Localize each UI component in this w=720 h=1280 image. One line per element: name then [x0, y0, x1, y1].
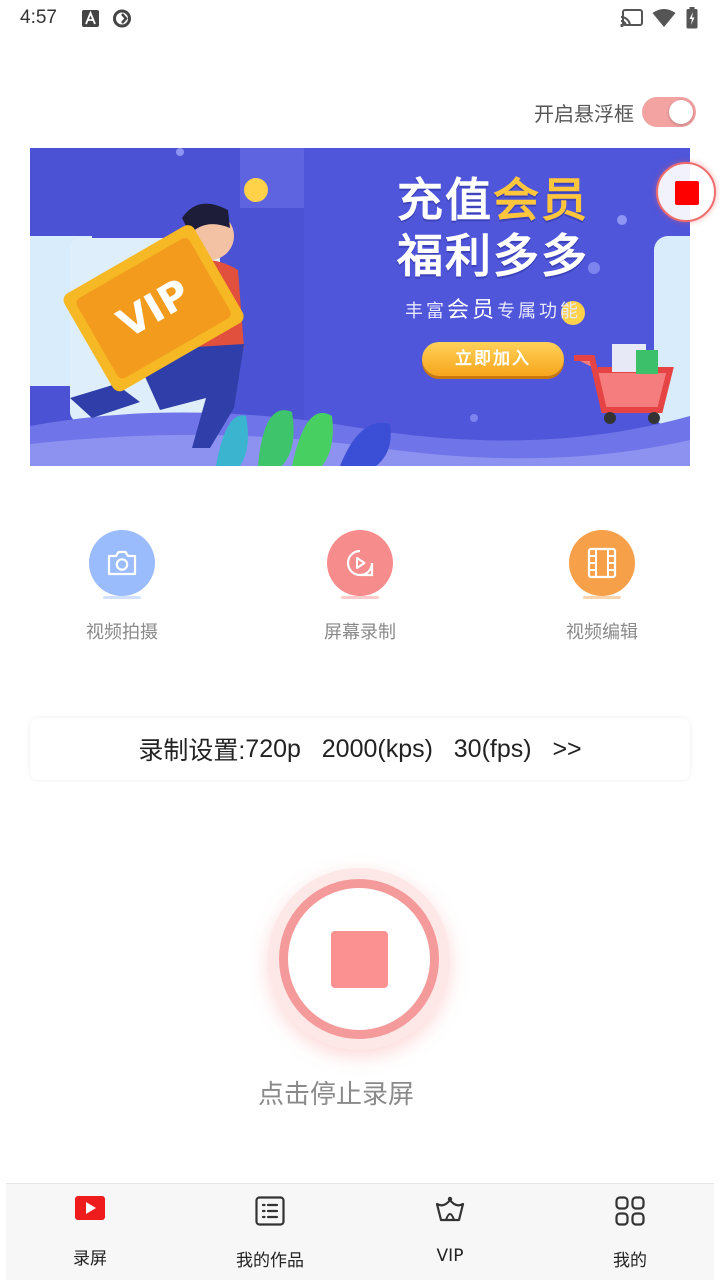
- banner-headline-part: 充值: [397, 173, 493, 227]
- feature-video-edit[interactable]: 视频编辑: [532, 530, 672, 644]
- stop-icon: [331, 931, 388, 988]
- banner-headline-highlight: 会员: [493, 173, 589, 227]
- crown-icon: [435, 1196, 465, 1222]
- screen-record-icon-circle: [327, 530, 393, 599]
- nav-label: VIP: [436, 1246, 464, 1266]
- nav-tab-vip[interactable]: VIP: [380, 1184, 520, 1280]
- banner-subtitle-part: 专属功能: [497, 301, 581, 322]
- nav-tab-record[interactable]: 录屏: [20, 1184, 160, 1280]
- nav-label: 我的作品: [236, 1251, 304, 1271]
- wifi-icon: [652, 9, 676, 27]
- stop-record-label: 点击停止录屏: [257, 1080, 414, 1110]
- stop-record-button[interactable]: [268, 868, 450, 1050]
- banner-subtitle-part: 丰富: [404, 301, 447, 322]
- feature-label: 视频拍摄: [86, 622, 158, 643]
- banner-headline-2: 福利多多: [397, 229, 589, 283]
- bottom-navigation: 录屏 我的作品 VIP 我的: [6, 1183, 714, 1280]
- screen-record-icon: [346, 549, 374, 577]
- nav-label: 录屏: [73, 1249, 107, 1269]
- banner-subtitle: 丰富会员专属功能: [348, 292, 638, 324]
- feature-label: 视频编辑: [566, 622, 638, 643]
- join-now-button[interactable]: 立即加入: [422, 342, 564, 376]
- feature-screen-record[interactable]: 屏幕录制: [290, 530, 430, 644]
- settings-bitrate: 2000(kps): [321, 734, 433, 763]
- floating-stop-record-button[interactable]: [656, 162, 716, 222]
- camera-icon: [107, 550, 137, 576]
- nav-label: 我的: [613, 1251, 647, 1271]
- status-time: 4:57: [20, 7, 57, 28]
- cast-icon: [620, 9, 643, 28]
- record-settings-row[interactable]: 录制设置: 720p 2000(kps) 30(fps) >>: [30, 718, 690, 780]
- grid-icon: [615, 1196, 645, 1226]
- floating-window-label: 开启悬浮框: [534, 101, 634, 126]
- stop-icon: [675, 181, 699, 205]
- vip-promo-banner[interactable]: VIP 充值会员 福利多多 丰富会员专属功能 立即加入: [30, 148, 690, 466]
- nav-tab-mine[interactable]: 我的: [560, 1184, 700, 1280]
- battery-icon: [686, 7, 698, 29]
- floating-window-row: 开启悬浮框: [534, 96, 696, 128]
- settings-resolution: 720p: [245, 734, 301, 763]
- banner-subtitle-highlight: 会员: [446, 298, 497, 323]
- film-icon-circle: [569, 530, 635, 599]
- feature-label: 屏幕录制: [324, 622, 396, 643]
- banner-text-block: 充值会员 福利多多 丰富会员专属功能 立即加入: [348, 172, 638, 376]
- banner-headline-1: 充值会员: [348, 172, 638, 228]
- camera-icon-circle: [89, 530, 155, 599]
- list-icon: [255, 1196, 285, 1226]
- settings-prefix: 录制设置:: [138, 737, 246, 765]
- floating-window-toggle[interactable]: [642, 97, 696, 127]
- record-play-icon: [75, 1196, 105, 1220]
- settings-arrow-icon: >>: [552, 734, 582, 763]
- sync-icon: [113, 9, 131, 28]
- settings-fps: 30(fps): [453, 734, 532, 763]
- feature-video-shoot[interactable]: 视频拍摄: [52, 530, 192, 644]
- toggle-knob: [669, 100, 693, 124]
- nav-tab-my-works[interactable]: 我的作品: [200, 1184, 340, 1280]
- app-notification-icon: [82, 10, 99, 27]
- status-bar: 4:57: [0, 0, 720, 38]
- film-icon: [587, 547, 617, 579]
